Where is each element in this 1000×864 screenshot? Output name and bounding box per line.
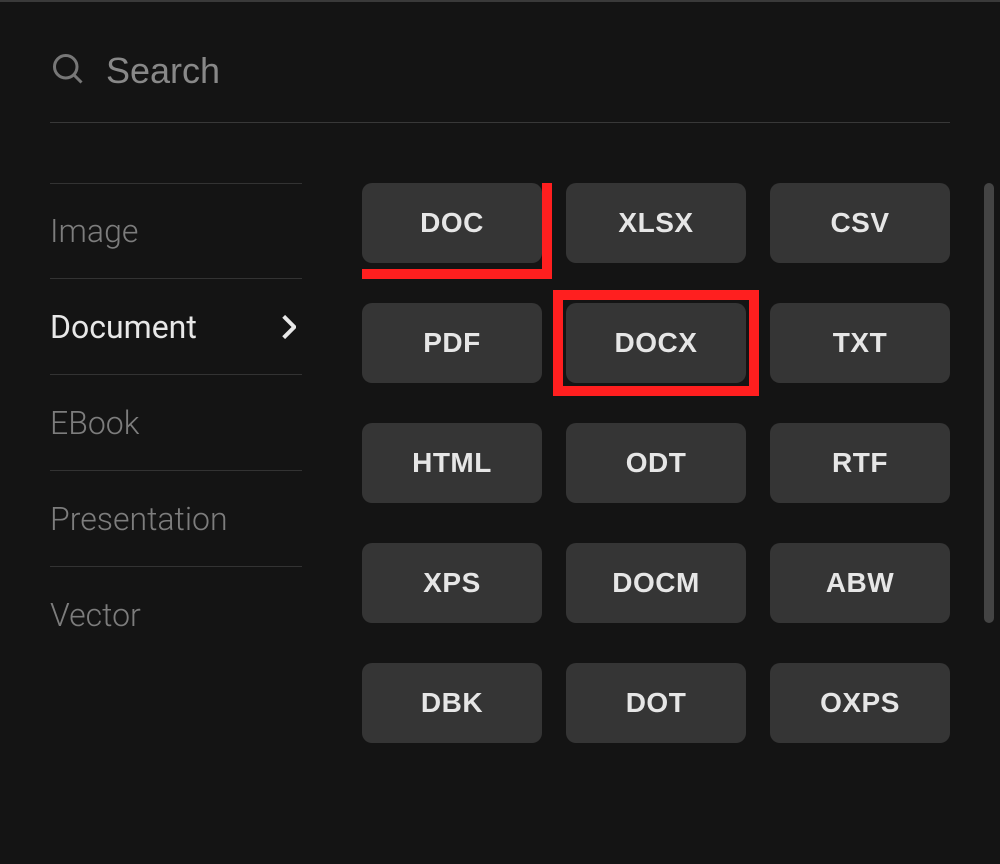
search-bar [50,50,950,123]
category-sidebar: Image Document EBook Presentation Vector [50,183,302,864]
format-button-xlsx[interactable]: XLSX [566,183,746,263]
format-label: XLSX [618,207,693,239]
scrollbar[interactable] [984,183,994,864]
chevron-right-icon [282,315,296,339]
format-label: ODT [626,447,687,479]
format-button-dbk[interactable]: DBK [362,663,542,743]
search-icon [50,51,86,91]
format-button-txt[interactable]: TXT [770,303,950,383]
format-button-pdf[interactable]: PDF [362,303,542,383]
format-label: DOC [420,207,484,239]
format-content: DOC XLSX CSV PDF DOCX TXT HTML ODT RTF X… [362,183,950,864]
format-grid: DOC XLSX CSV PDF DOCX TXT HTML ODT RTF X… [362,183,950,864]
format-label: XPS [423,567,481,599]
main-area: Image Document EBook Presentation Vector [50,183,950,864]
format-label: CSV [830,207,889,239]
format-label: DOCX [615,327,698,359]
scrollbar-thumb[interactable] [984,183,994,623]
sidebar-item-ebook[interactable]: EBook [50,375,302,471]
format-label: OXPS [820,687,900,719]
format-label: PDF [423,327,481,359]
format-label: TXT [833,327,887,359]
format-label: DOCM [612,567,700,599]
sidebar-item-label: Vector [50,596,141,634]
format-button-rtf[interactable]: RTF [770,423,950,503]
format-button-xps[interactable]: XPS [362,543,542,623]
format-label: DBK [421,687,483,719]
format-button-doc[interactable]: DOC [362,183,542,263]
format-label: DOT [626,687,687,719]
sidebar-item-label: EBook [50,404,139,442]
sidebar-item-label: Document [50,308,197,346]
format-label: HTML [412,447,492,479]
sidebar-item-vector[interactable]: Vector [50,567,302,663]
format-button-dot[interactable]: DOT [566,663,746,743]
format-button-csv[interactable]: CSV [770,183,950,263]
sidebar-item-presentation[interactable]: Presentation [50,471,302,567]
format-button-oxps[interactable]: OXPS [770,663,950,743]
format-button-abw[interactable]: ABW [770,543,950,623]
format-label: ABW [826,567,894,599]
format-button-odt[interactable]: ODT [566,423,746,503]
panel: Image Document EBook Presentation Vector [0,0,1000,864]
format-label: RTF [832,447,888,479]
sidebar-item-label: Presentation [50,500,228,538]
format-button-docm[interactable]: DOCM [566,543,746,623]
sidebar-item-label: Image [50,212,138,250]
sidebar-item-image[interactable]: Image [50,183,302,279]
window-top-border [0,0,1000,2]
search-input[interactable] [106,50,950,92]
sidebar-item-document[interactable]: Document [50,279,302,375]
format-button-html[interactable]: HTML [362,423,542,503]
format-button-docx[interactable]: DOCX [566,303,746,383]
